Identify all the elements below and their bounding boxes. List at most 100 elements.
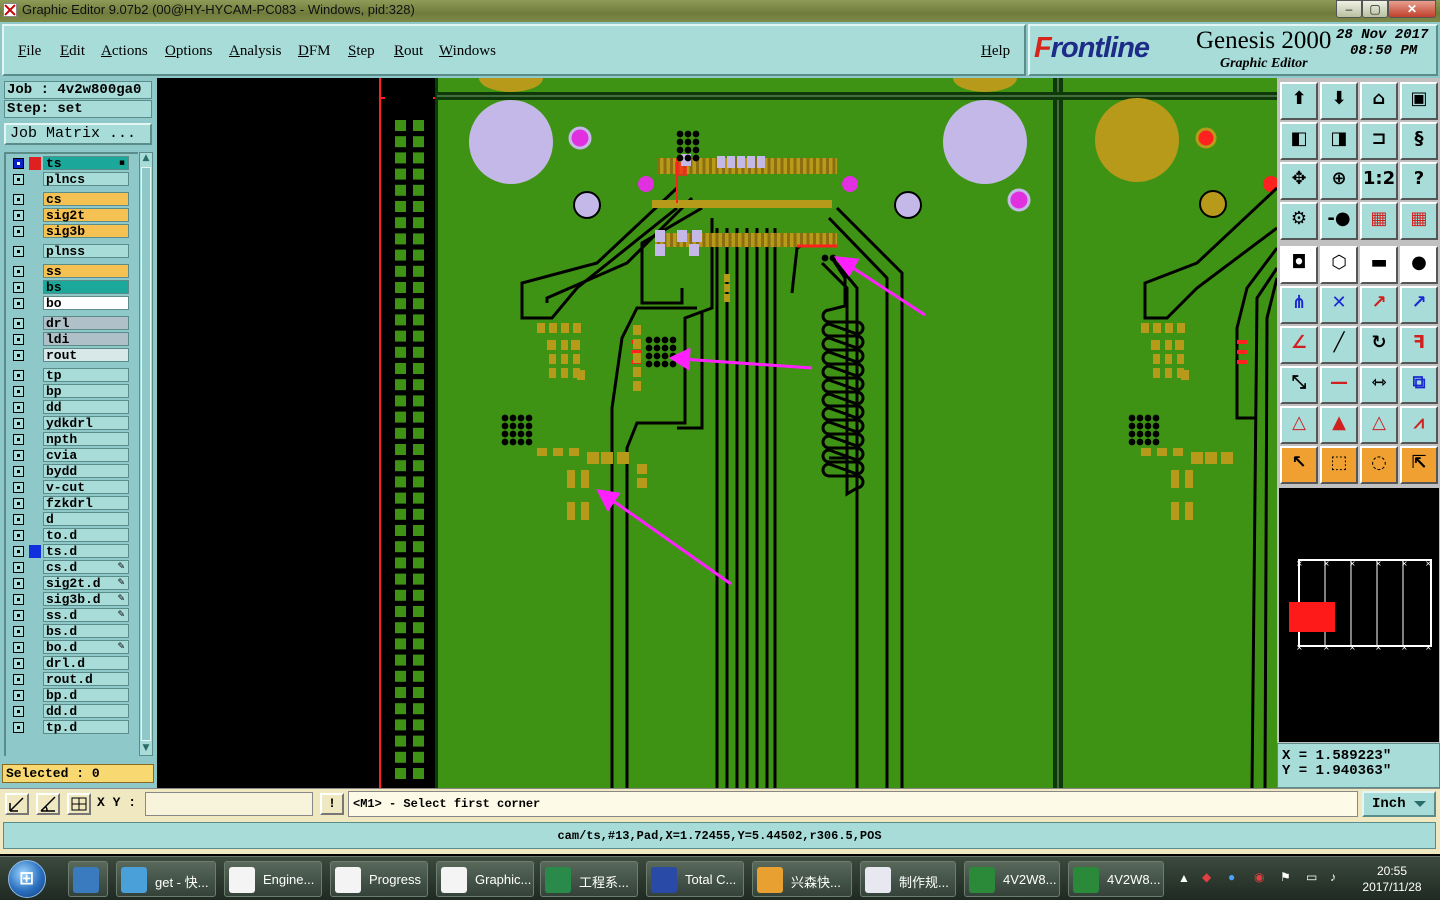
layer-checkbox[interactable] (13, 578, 24, 589)
layer-row-dd[interactable]: dd (9, 400, 129, 414)
layer-row-d[interactable]: d (9, 512, 129, 526)
taskbar-app-3[interactable]: Progress (330, 861, 428, 897)
menu-dfm[interactable]: DFM (298, 43, 331, 60)
layer-checkbox[interactable] (13, 334, 24, 345)
layer-checkbox[interactable] (13, 450, 24, 461)
layer-row-sig3b-d[interactable]: sig3b.d ✎ (9, 592, 129, 606)
layer-name[interactable]: cs.d (43, 560, 129, 574)
layer-row-sig2t-d[interactable]: sig2t.d ✎ (9, 576, 129, 590)
layer-name[interactable]: d (43, 512, 129, 526)
taskbar-app-5[interactable]: 工程系... (540, 861, 638, 897)
scroll-down-icon[interactable]: ▼ (141, 743, 151, 755)
layer-name[interactable]: sig3b (43, 224, 129, 238)
select-box-button[interactable]: ⬚ (1320, 446, 1358, 484)
scale-1-2-button[interactable]: 1:2 (1360, 162, 1398, 200)
probe-button[interactable]: -● (1320, 202, 1358, 240)
fit-profile-button[interactable]: ⊕ (1320, 162, 1358, 200)
select-multi-button[interactable]: ⇱ (1400, 446, 1438, 484)
layer-checkbox[interactable] (13, 594, 24, 605)
layer-name[interactable]: ldi (43, 332, 129, 346)
tray-network-icon[interactable]: ▭ (1306, 870, 1317, 884)
layer-row-cs-d[interactable]: cs.d ✎ (9, 560, 129, 574)
layer-row-bo-d[interactable]: bo.d ✎ (9, 640, 129, 654)
zoom-box-button[interactable]: ⊐ (1360, 122, 1398, 160)
layer-checkbox[interactable] (13, 194, 24, 205)
layer-row-sig2t[interactable]: sig2t (9, 208, 129, 222)
layer-row-drl[interactable]: drl (9, 316, 129, 330)
layer-row-ydkdrl[interactable]: ydkdrl (9, 416, 129, 430)
layer-name[interactable]: to.d (43, 528, 129, 542)
layer-row-cvia[interactable]: cvia (9, 448, 129, 462)
angle-icon[interactable] (36, 793, 60, 815)
pad-button[interactable]: ◘ (1280, 246, 1318, 284)
layer-name[interactable]: cs (43, 192, 129, 206)
layer-row-sig3b[interactable]: sig3b (9, 224, 129, 238)
triangle-b-button[interactable]: △ (1360, 406, 1398, 444)
layer-name[interactable]: drl.d (43, 656, 129, 670)
menu-step[interactable]: Step (348, 43, 375, 60)
taskbar-app-10[interactable]: 4V2W8... (1068, 861, 1164, 897)
tray-volume-icon[interactable]: ♪ (1330, 870, 1336, 884)
layer-row-ss-d[interactable]: ss.d ✎ (9, 608, 129, 622)
tray-app-icon[interactable]: ◆ (1202, 870, 1211, 884)
tray-browser-icon[interactable]: ● (1228, 870, 1235, 884)
layer-name[interactable]: ss.d (43, 608, 129, 622)
select-circle-button[interactable]: ◌ (1360, 446, 1398, 484)
triangle-button[interactable]: △ (1280, 406, 1318, 444)
layer-name[interactable]: dd.d (43, 704, 129, 718)
layer-row-bs[interactable]: bs (9, 280, 129, 294)
layer-checkbox[interactable] (13, 418, 24, 429)
scroll-thumb[interactable] (141, 167, 151, 741)
scroll-up-icon[interactable]: ▲ (141, 153, 151, 165)
layer-name[interactable]: tp (43, 368, 129, 382)
layer-row-rout[interactable]: rout (9, 348, 129, 362)
layer-checkbox[interactable] (13, 658, 24, 669)
start-button[interactable]: ⊞ (8, 860, 46, 898)
layer-name[interactable]: bp (43, 384, 129, 398)
layer-name[interactable]: bydd (43, 464, 129, 478)
select-arrow-button[interactable]: ↖ (1280, 446, 1318, 484)
layer-checkbox[interactable] (13, 706, 24, 717)
layer-row-bs-d[interactable]: bs.d (9, 624, 129, 638)
units-dropdown[interactable]: Inch (1362, 791, 1436, 817)
layer-checkbox[interactable] (13, 466, 24, 477)
layer-name[interactable]: ss (43, 264, 129, 278)
layer-name[interactable]: ts.d (43, 544, 129, 558)
layer-checkbox[interactable] (13, 370, 24, 381)
layer-checkbox[interactable] (13, 266, 24, 277)
menu-options[interactable]: Options (165, 43, 213, 60)
layer-row-tp-d[interactable]: tp.d (9, 720, 129, 734)
layer-checkbox[interactable] (13, 402, 24, 413)
zoom-fit-button[interactable]: ⬇ (1320, 82, 1358, 120)
layer-checkbox[interactable] (13, 498, 24, 509)
layer-row-fzkdrl[interactable]: fzkdrl (9, 496, 129, 510)
layer-row-v-cut[interactable]: v-cut (9, 480, 129, 494)
layer-checkbox[interactable] (13, 210, 24, 221)
layer-checkbox[interactable] (13, 246, 24, 257)
layer-row-plnss[interactable]: plnss (9, 244, 129, 258)
layer-row-ldi[interactable]: ldi (9, 332, 129, 346)
layer-name[interactable]: plnss (43, 244, 129, 258)
layer-checkbox[interactable] (13, 626, 24, 637)
copy-shapes-button[interactable]: ⧉ (1400, 366, 1438, 404)
pcb-view[interactable] (157, 78, 1277, 788)
move-node-button[interactable]: ↗ (1360, 286, 1398, 324)
house-button[interactable]: ⌂ (1360, 82, 1398, 120)
layer-row-bo[interactable]: bo (9, 296, 129, 310)
layer-row-tp[interactable]: tp (9, 368, 129, 382)
system-clock[interactable]: 20:55 2017/11/28 (1350, 863, 1434, 895)
pan-left-button[interactable]: ◧ (1280, 122, 1318, 160)
node-button[interactable]: ⋔ (1280, 286, 1318, 324)
layer-name[interactable]: cvia (43, 448, 129, 462)
taskbar-app-6[interactable]: Total C... (646, 861, 744, 897)
minimize-button[interactable]: – (1336, 0, 1362, 18)
help-button[interactable]: ? (1400, 162, 1438, 200)
menu-rout[interactable]: Rout (394, 43, 423, 60)
layer-checkbox[interactable] (13, 722, 24, 733)
layer-checkbox[interactable] (13, 318, 24, 329)
zoom-home-button[interactable]: ⬆ (1280, 82, 1318, 120)
layer-row-to-d[interactable]: to.d (9, 528, 129, 542)
shape-button[interactable]: ⬡ (1320, 246, 1358, 284)
layer-name[interactable]: npth (43, 432, 129, 446)
job-matrix-button[interactable]: Job Matrix ... (4, 123, 152, 145)
